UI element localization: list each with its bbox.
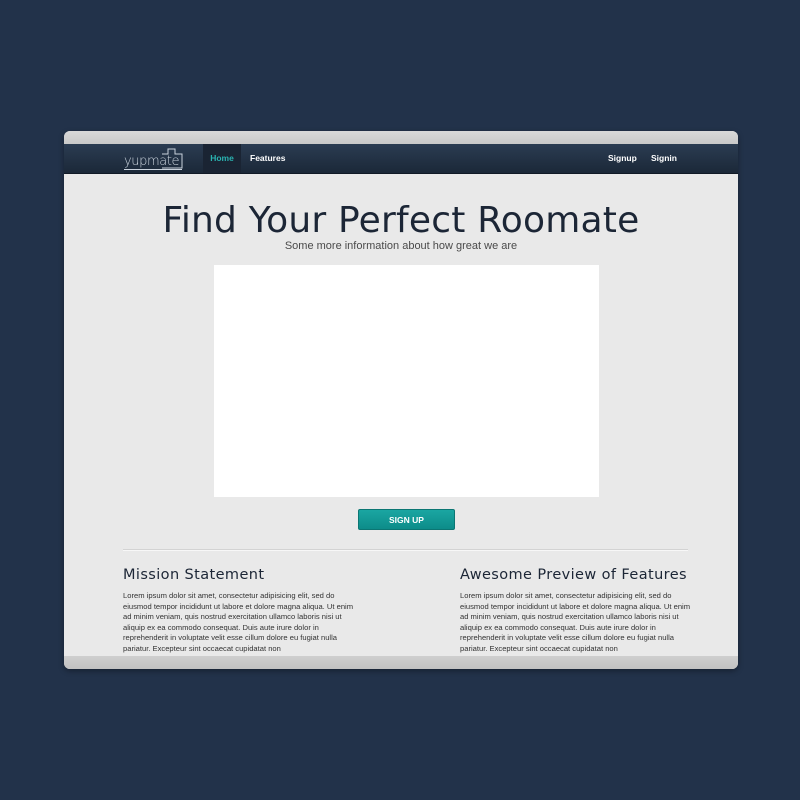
browser-top-bar <box>64 131 738 144</box>
hero-subtitle: Some more information about how great we… <box>284 240 518 252</box>
mission-statement-text: Lorem ipsum dolor sit amet, consectetur … <box>123 591 354 653</box>
mission-statement-heading: Mission Statement <box>123 567 265 583</box>
browser-window: yupmate Home Features Signup Signin Find… <box>64 131 738 669</box>
hero-title: Find Your Perfect Roomate <box>162 200 640 241</box>
main-content: Find Your Perfect Roomate Some more info… <box>64 174 738 656</box>
features-preview-heading: Awesome Preview of Features <box>460 567 687 583</box>
nav-features[interactable]: Features <box>250 144 285 173</box>
nav-signin[interactable]: Signin <box>651 144 677 173</box>
logo[interactable]: yupmate <box>122 146 184 172</box>
nav-home[interactable]: Home <box>203 144 241 173</box>
features-preview-section: Awesome Preview of Features Lorem ipsum … <box>460 567 695 654</box>
hero-media-placeholder <box>214 265 599 497</box>
signup-button[interactable]: SIGN UP <box>358 509 455 530</box>
mission-statement-section: Mission Statement Lorem ipsum dolor sit … <box>123 567 358 654</box>
browser-bottom-bar <box>64 656 738 669</box>
section-divider <box>123 549 688 551</box>
nav-signup[interactable]: Signup <box>608 144 637 173</box>
top-navbar: yupmate Home Features Signup Signin <box>64 144 738 174</box>
logo-text: yupmate <box>124 154 180 169</box>
features-preview-text: Lorem ipsum dolor sit amet, consectetur … <box>460 591 691 653</box>
